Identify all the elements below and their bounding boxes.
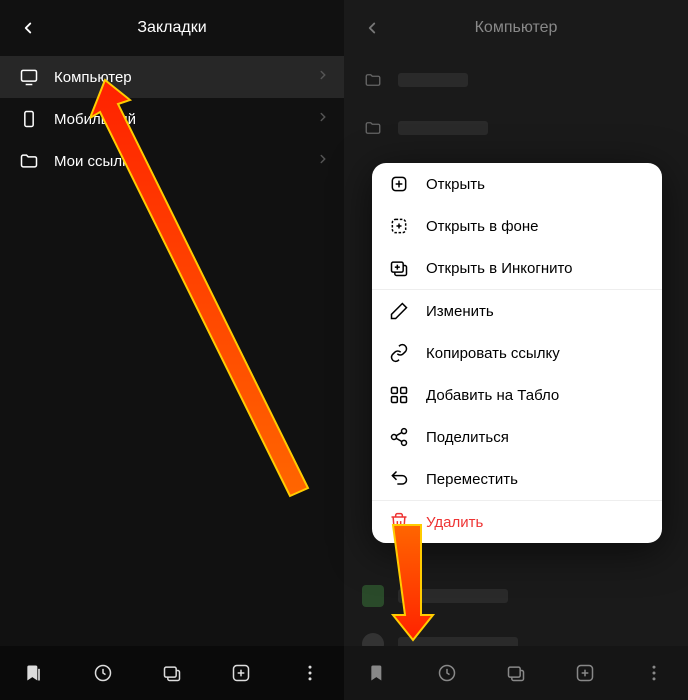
chevron-right-icon bbox=[316, 68, 330, 86]
edit-icon bbox=[388, 300, 410, 322]
history-icon bbox=[437, 663, 457, 683]
bookmarks-tab[interactable] bbox=[14, 653, 54, 693]
list-item[interactable] bbox=[344, 104, 688, 152]
chevron-right-icon bbox=[316, 152, 330, 170]
context-menu: Открыть Открыть в фоне Открыть в Инкогни… bbox=[372, 163, 662, 543]
ctx-edit[interactable]: Изменить bbox=[372, 290, 662, 332]
page-title: Компьютер bbox=[344, 19, 688, 37]
ctx-label: Переместить bbox=[426, 471, 518, 488]
more-button[interactable] bbox=[290, 653, 330, 693]
history-tab[interactable] bbox=[83, 653, 123, 693]
ctx-share[interactable]: Поделиться bbox=[372, 416, 662, 458]
bottom-bar bbox=[344, 646, 688, 700]
list-item[interactable] bbox=[344, 572, 688, 620]
incognito-icon bbox=[388, 257, 410, 279]
ctx-add-dashboard[interactable]: Добавить на Табло bbox=[372, 374, 662, 416]
row-label: Компьютер bbox=[54, 69, 316, 86]
more-icon bbox=[300, 663, 320, 683]
ctx-delete[interactable]: Удалить bbox=[372, 501, 662, 543]
monitor-icon bbox=[18, 66, 40, 88]
bottom-bar bbox=[0, 646, 344, 700]
link-icon bbox=[388, 342, 410, 364]
row-label: Мои ссылки bbox=[54, 153, 316, 170]
blurred-label bbox=[398, 73, 468, 87]
folder-icon bbox=[362, 69, 384, 91]
tabs-button[interactable] bbox=[496, 653, 536, 693]
header: Компьютер bbox=[344, 0, 688, 56]
blurred-label bbox=[398, 589, 508, 603]
newtab-button[interactable] bbox=[565, 653, 605, 693]
favicon bbox=[362, 633, 384, 646]
share-icon bbox=[388, 426, 410, 448]
folder-icon bbox=[18, 150, 40, 172]
header: Закладки bbox=[0, 0, 344, 56]
ctx-label: Удалить bbox=[426, 514, 483, 531]
tabs-button[interactable] bbox=[152, 653, 192, 693]
ctx-label: Добавить на Табло bbox=[426, 387, 559, 404]
page-title: Закладки bbox=[0, 19, 344, 37]
dashboard-icon bbox=[388, 384, 410, 406]
blurred-label bbox=[398, 637, 518, 646]
trash-icon bbox=[388, 511, 410, 533]
ctx-label: Открыть в фоне bbox=[426, 218, 539, 235]
folder-icon bbox=[362, 117, 384, 139]
ctx-label: Копировать ссылку bbox=[426, 345, 560, 362]
newtab-icon bbox=[231, 663, 251, 683]
row-mobile[interactable]: Мобильный bbox=[0, 98, 344, 140]
newtab-button[interactable] bbox=[221, 653, 261, 693]
more-button[interactable] bbox=[634, 653, 674, 693]
ctx-label: Изменить bbox=[426, 303, 494, 320]
newtab-icon bbox=[575, 663, 595, 683]
ctx-label: Открыть в Инкогнито bbox=[426, 260, 573, 277]
row-computer[interactable]: Компьютер bbox=[0, 56, 344, 98]
ctx-label: Открыть bbox=[426, 176, 485, 193]
folder-list: Компьютер Мобильный Мои ссылки bbox=[0, 56, 344, 646]
history-tab[interactable] bbox=[427, 653, 467, 693]
ctx-open-background[interactable]: Открыть в фоне bbox=[372, 205, 662, 247]
bookmarks-pane: Закладки Компьютер Мобильный Мои ссы bbox=[0, 0, 344, 700]
bookmarks-tab[interactable] bbox=[358, 653, 398, 693]
open-icon bbox=[388, 173, 410, 195]
phone-icon bbox=[18, 108, 40, 130]
back-button[interactable] bbox=[8, 8, 48, 48]
chevron-right-icon bbox=[316, 110, 330, 128]
back-button[interactable] bbox=[352, 8, 392, 48]
row-label: Мобильный bbox=[54, 111, 316, 128]
list-item[interactable] bbox=[344, 56, 688, 104]
move-icon bbox=[388, 468, 410, 490]
ctx-move[interactable]: Переместить bbox=[372, 458, 662, 500]
chevron-left-icon bbox=[363, 19, 381, 37]
row-my-links[interactable]: Мои ссылки bbox=[0, 140, 344, 182]
ctx-open[interactable]: Открыть bbox=[372, 163, 662, 205]
bookmark-icon bbox=[368, 663, 388, 683]
ctx-copy-link[interactable]: Копировать ссылку bbox=[372, 332, 662, 374]
favicon bbox=[362, 585, 384, 607]
ctx-label: Поделиться bbox=[426, 429, 509, 446]
history-icon bbox=[93, 663, 113, 683]
tabs-icon bbox=[162, 663, 182, 683]
list-item[interactable] bbox=[344, 620, 688, 646]
more-icon bbox=[644, 663, 664, 683]
chevron-left-icon bbox=[19, 19, 37, 37]
ctx-open-incognito[interactable]: Открыть в Инкогнито bbox=[372, 247, 662, 289]
open-bg-icon bbox=[388, 215, 410, 237]
bookmark-icon bbox=[24, 663, 44, 683]
blurred-label bbox=[398, 121, 488, 135]
tabs-icon bbox=[506, 663, 526, 683]
